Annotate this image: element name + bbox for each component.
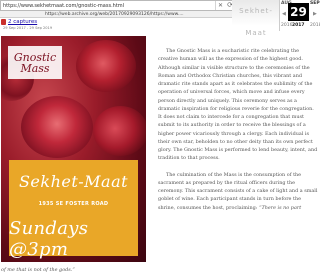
current-day: 29 [288, 3, 309, 21]
poster-group-name: Sekhet-Maat [18, 172, 129, 191]
capture-calendar: AUG SEP ◀ 29 ▶ 2016 2017 2018 [279, 0, 320, 31]
article-paragraph: The culmination of the Mass is the consu… [158, 171, 318, 212]
article-body: The Gnostic Mass is a eucharistic rite c… [158, 47, 318, 220]
rose-image [76, 40, 136, 92]
site-header-title: Sekhet-Maat [232, 0, 280, 37]
next-year-link[interactable]: 2018 [310, 23, 320, 28]
poster-info-panel: Sekhet-Maat 1935 SE FOSTER ROAD Sundays … [9, 160, 138, 260]
article-paragraph: The Gnostic Mass is a eucharistic rite c… [158, 48, 318, 162]
poster-title-line1: Gnostic [13, 50, 57, 64]
poster-title-line2: Mass [20, 61, 50, 75]
captures-row: 2 captures [0, 18, 230, 26]
archive-url-strip: https://web.archive.org/web/201709290931… [0, 11, 240, 18]
url-text[interactable]: https://www.sekhetmaat.com/gnostic-mass.… [3, 3, 215, 9]
rose-image [21, 96, 93, 158]
address-bar[interactable]: https://www.sekhetmaat.com/gnostic-mass.… [0, 0, 236, 11]
rose-image [93, 106, 146, 156]
captures-icon [1, 19, 6, 25]
quote-end: of me that is not of the gods.” [1, 267, 75, 273]
prev-capture-arrow-icon[interactable]: ◀ [282, 11, 286, 17]
quote-continuation: of me that is not of the gods.” [1, 267, 319, 273]
captures-link[interactable]: 2 captures [8, 19, 37, 25]
current-year: 2017 [292, 23, 305, 28]
poster-time: Sundays @3pm [9, 218, 89, 260]
poster-title: Gnostic Mass [8, 46, 62, 79]
gnostic-mass-poster: Gnostic Mass Sekhet-Maat 1935 SE FOSTER … [1, 36, 146, 262]
prev-year-link[interactable]: 2016 [281, 23, 292, 28]
current-month-label: SEP [310, 1, 320, 6]
next-capture-arrow-icon[interactable]: ▶ [313, 11, 317, 17]
close-icon[interactable]: ✕ [215, 1, 225, 10]
poster-address: 1935 SE FOSTER ROAD [38, 201, 109, 207]
capture-date-range: 29 Sep 2017 - 29 Sep 2019 [3, 26, 53, 30]
quote-start: “There is no part [258, 204, 302, 211]
